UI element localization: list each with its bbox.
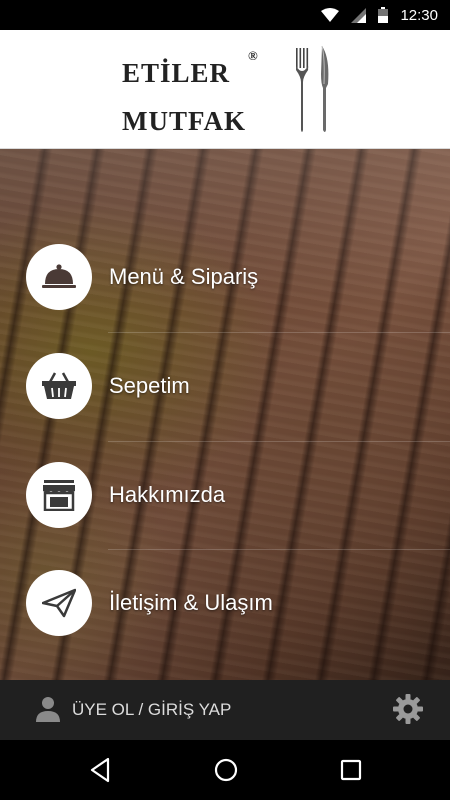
menu-item-label: Menü & Sipariş	[109, 264, 259, 289]
cloche-icon	[26, 244, 92, 310]
cutlery-icon	[290, 44, 336, 141]
menu-item-label: Hakkımızda	[109, 482, 226, 507]
registered-mark: ®	[248, 48, 258, 63]
storefront-icon	[26, 462, 92, 528]
recents-icon[interactable]	[339, 757, 363, 788]
bottom-bar: ÜYE OL / GİRİŞ YAP	[0, 680, 450, 740]
app-header: ETİLER ® MUTFAK	[0, 30, 450, 149]
paper-plane-icon	[26, 570, 92, 636]
menu-item-contact[interactable]: İletişim & Ulaşım	[0, 549, 450, 657]
home-icon[interactable]	[213, 757, 239, 788]
signal-icon	[351, 7, 367, 23]
battery-icon	[378, 7, 389, 23]
basket-icon	[26, 353, 92, 419]
menu-item-label: İletişim & Ulaşım	[109, 590, 273, 615]
login-register-link[interactable]: ÜYE OL / GİRİŞ YAP	[72, 700, 231, 720]
logo-title-line1: ETİLER	[122, 58, 231, 88]
menu-item-menu-order[interactable]: Menü & Sipariş	[0, 223, 450, 331]
gear-icon[interactable]	[392, 693, 424, 730]
wifi-icon	[321, 8, 340, 22]
back-icon[interactable]	[88, 757, 112, 788]
status-bar: 12:30	[0, 0, 450, 30]
user-icon[interactable]	[34, 695, 62, 728]
system-nav-bar	[0, 740, 450, 800]
menu-item-about[interactable]: Hakkımızda	[0, 441, 450, 549]
logo-title-line2: MUTFAK	[122, 106, 246, 136]
menu-item-label: Sepetim	[109, 373, 190, 398]
menu-item-basket[interactable]: Sepetim	[0, 332, 450, 440]
status-clock: 12:30	[400, 6, 438, 24]
